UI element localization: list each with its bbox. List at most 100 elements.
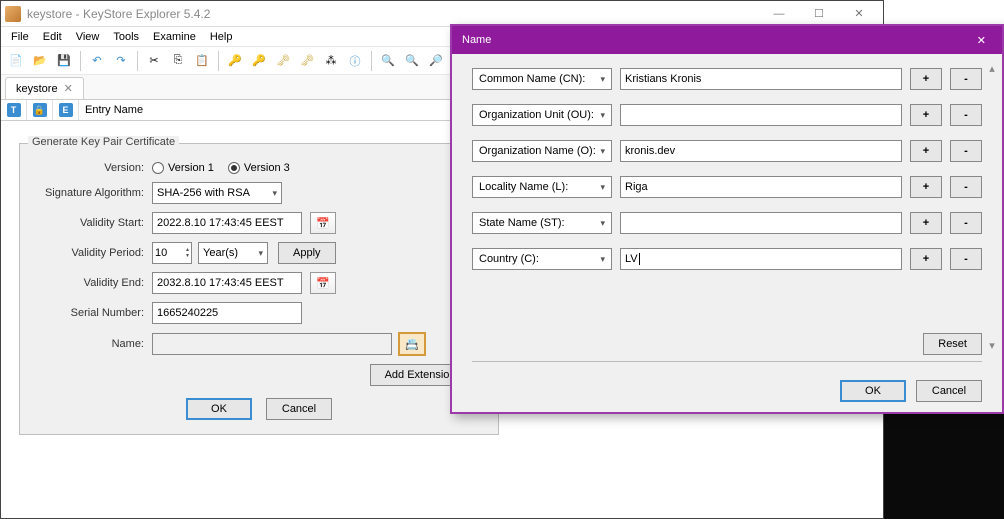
dn-field-combo[interactable]: Country (C): xyxy=(472,248,612,270)
app-icon xyxy=(5,6,21,22)
remove-row-button[interactable]: - xyxy=(950,176,982,198)
calendar-icon[interactable]: 📅 xyxy=(310,272,336,294)
sig-alg-combo[interactable]: SHA-256 with RSA xyxy=(152,182,282,204)
dialog-title: Name xyxy=(462,34,491,46)
keypair-icon[interactable]: 🔑 xyxy=(224,50,246,72)
dialog-cancel-button[interactable]: Cancel xyxy=(916,380,982,402)
remove-row-button[interactable]: - xyxy=(950,104,982,126)
name-dialog: Name ✕ ▴▾ Common Name (CN): Kristians Kro… xyxy=(450,24,1004,414)
dn-value-input[interactable] xyxy=(620,212,902,234)
menu-tools[interactable]: Tools xyxy=(107,29,145,45)
add-row-button[interactable]: + xyxy=(910,212,942,234)
dn-value-input[interactable]: Kristians Kronis xyxy=(620,68,902,90)
validity-period-spinner[interactable]: 10 xyxy=(152,242,192,264)
dn-field-combo[interactable]: Organization Unit (OU): xyxy=(472,104,612,126)
col-expiry[interactable]: E xyxy=(53,100,79,120)
version-label: Version: xyxy=(32,162,152,174)
remove-row-button[interactable]: - xyxy=(950,248,982,270)
dn-value-input[interactable]: LV xyxy=(620,248,902,270)
cancel-button[interactable]: Cancel xyxy=(266,398,332,420)
reset-button[interactable]: Reset xyxy=(923,333,982,355)
examine3-icon[interactable]: 🔎 xyxy=(425,50,447,72)
dn-row: Locality Name (L): Riga +- xyxy=(472,176,982,198)
save-icon[interactable]: 💾 xyxy=(53,50,75,72)
dn-row: Organization Unit (OU): +- xyxy=(472,104,982,126)
panel-title: Generate Key Pair Certificate xyxy=(28,136,179,148)
generate-keypair-panel: Generate Key Pair Certificate Version: V… xyxy=(19,143,499,435)
remove-row-button[interactable]: - xyxy=(950,68,982,90)
ok-button[interactable]: OK xyxy=(186,398,252,420)
keypair2-icon[interactable]: 🔑 xyxy=(248,50,270,72)
name-label: Name: xyxy=(32,338,152,350)
background-fill xyxy=(884,414,1004,519)
dn-row: Country (C): LV +- xyxy=(472,248,982,270)
add-row-button[interactable]: + xyxy=(910,176,942,198)
menu-help[interactable]: Help xyxy=(204,29,239,45)
toolbar-sep xyxy=(137,51,138,71)
serial-label: Serial Number: xyxy=(32,307,152,319)
password-icon[interactable]: ⁂ xyxy=(320,50,342,72)
examine1-icon[interactable]: 🔍 xyxy=(377,50,399,72)
info-icon[interactable]: ⓘ xyxy=(344,50,366,72)
dialog-close-icon[interactable]: ✕ xyxy=(971,34,992,47)
copy-icon[interactable]: ⎘ xyxy=(167,50,189,72)
open-icon[interactable]: 📂 xyxy=(29,50,51,72)
toolbar-sep xyxy=(218,51,219,71)
toolbar-sep xyxy=(371,51,372,71)
separator xyxy=(472,361,982,362)
keypair4-icon[interactable]: 🗝 xyxy=(296,50,318,72)
cut-icon[interactable]: ✂ xyxy=(143,50,165,72)
dn-value-input[interactable]: kronis.dev xyxy=(620,140,902,162)
add-row-button[interactable]: + xyxy=(910,140,942,162)
col-lock[interactable]: 🔒 xyxy=(27,100,53,120)
undo-icon[interactable]: ↶ xyxy=(86,50,108,72)
tab-close-icon[interactable]: ✕ xyxy=(64,82,73,95)
keypair3-icon[interactable]: 🗝 xyxy=(272,50,294,72)
add-row-button[interactable]: + xyxy=(910,104,942,126)
scrollbar[interactable]: ▴▾ xyxy=(986,62,998,352)
remove-row-button[interactable]: - xyxy=(950,212,982,234)
menu-view[interactable]: View xyxy=(70,29,106,45)
dn-field-combo[interactable]: State Name (ST): xyxy=(472,212,612,234)
dialog-titlebar: Name ✕ xyxy=(452,26,1002,54)
sig-alg-label: Signature Algorithm: xyxy=(32,187,152,199)
dn-row: Organization Name (O): kronis.dev +- xyxy=(472,140,982,162)
validity-start-label: Validity Start: xyxy=(32,217,152,229)
menu-examine[interactable]: Examine xyxy=(147,29,202,45)
col-type[interactable]: T xyxy=(1,100,27,120)
dialog-body: ▴▾ Common Name (CN):Kristians Kronis+-Or… xyxy=(452,54,1002,412)
validity-period-label: Validity Period: xyxy=(32,247,152,259)
version1-radio[interactable]: Version 1 xyxy=(152,162,214,174)
validity-end-label: Validity End: xyxy=(32,277,152,289)
examine2-icon[interactable]: 🔍 xyxy=(401,50,423,72)
remove-row-button[interactable]: - xyxy=(950,140,982,162)
dn-field-combo[interactable]: Common Name (CN): xyxy=(472,68,612,90)
validity-start-field[interactable]: 2022.8.10 17:43:45 EEST xyxy=(152,212,302,234)
toolbar-sep xyxy=(80,51,81,71)
calendar-icon[interactable]: 📅 xyxy=(310,212,336,234)
version3-radio[interactable]: Version 3 xyxy=(228,162,290,174)
dialog-ok-button[interactable]: OK xyxy=(840,380,906,402)
dn-field-combo[interactable]: Locality Name (L): xyxy=(472,176,612,198)
add-row-button[interactable]: + xyxy=(910,68,942,90)
minimize-button[interactable]: — xyxy=(759,2,799,26)
serial-field[interactable]: 1665240225 xyxy=(152,302,302,324)
dn-field-combo[interactable]: Organization Name (O): xyxy=(472,140,612,162)
maximize-button[interactable]: ☐ xyxy=(799,2,839,26)
keystore-tab[interactable]: keystore ✕ xyxy=(5,77,84,99)
validity-end-field[interactable]: 2032.8.10 17:43:45 EEST xyxy=(152,272,302,294)
paste-icon[interactable]: 📋 xyxy=(191,50,213,72)
redo-icon[interactable]: ↷ xyxy=(110,50,132,72)
new-icon[interactable]: 📄 xyxy=(5,50,27,72)
name-field xyxy=(152,333,392,355)
menu-edit[interactable]: Edit xyxy=(37,29,68,45)
validity-unit-combo[interactable]: Year(s) xyxy=(198,242,268,264)
menu-file[interactable]: File xyxy=(5,29,35,45)
apply-button[interactable]: Apply xyxy=(278,242,336,264)
name-edit-button[interactable]: 📇 xyxy=(398,332,426,356)
add-row-button[interactable]: + xyxy=(910,248,942,270)
dn-row: State Name (ST): +- xyxy=(472,212,982,234)
dn-value-input[interactable]: Riga xyxy=(620,176,902,198)
dn-value-input[interactable] xyxy=(620,104,902,126)
close-button[interactable]: ✕ xyxy=(839,2,879,26)
